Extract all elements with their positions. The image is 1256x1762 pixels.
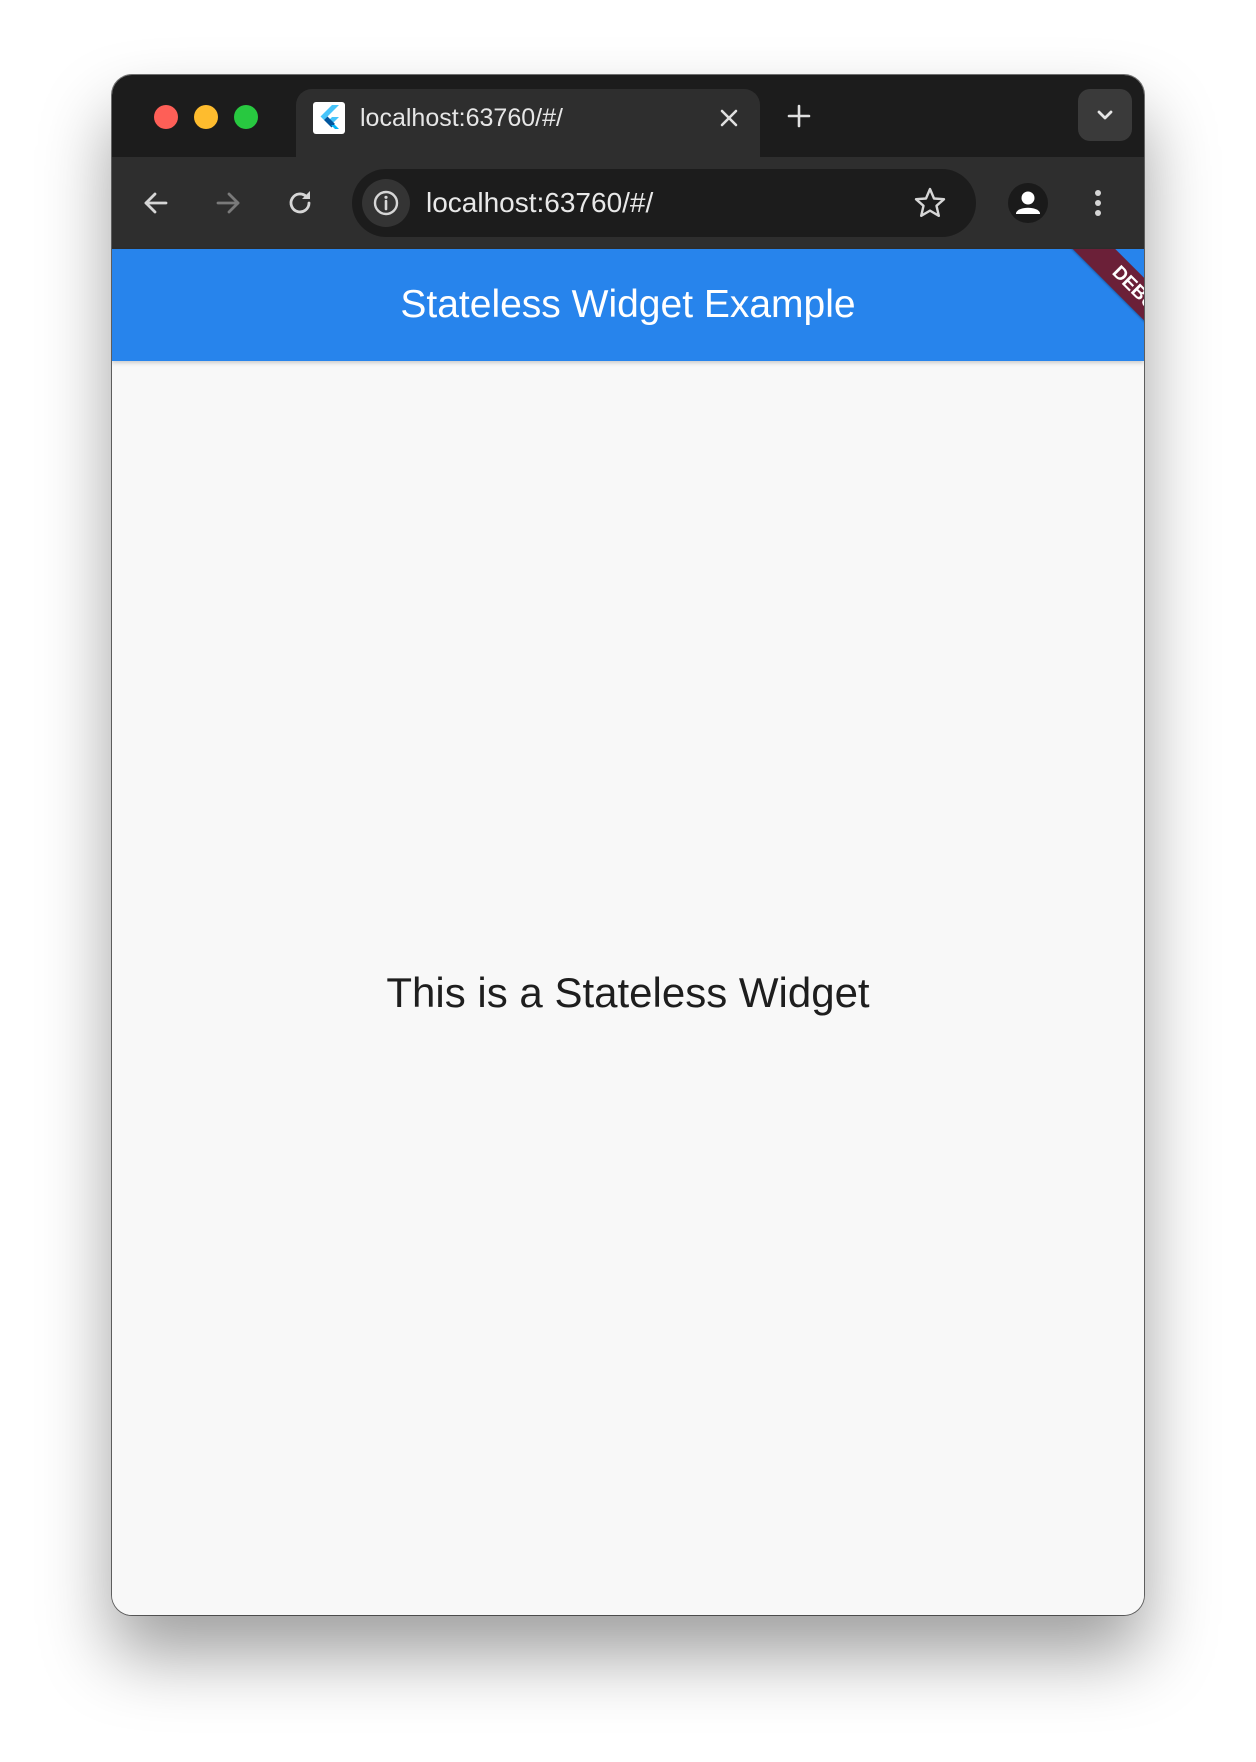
arrow-left-icon[interactable] — [138, 185, 174, 221]
window-close-button[interactable] — [154, 105, 178, 129]
chevron-down-icon — [1097, 110, 1113, 120]
tab-search-button[interactable] — [1078, 89, 1132, 141]
app-bar: Stateless Widget Example — [112, 249, 1144, 361]
app-bar-title: Stateless Widget Example — [400, 283, 856, 326]
kebab-menu-icon[interactable] — [1078, 183, 1118, 223]
app-body: This is a Stateless Widget — [112, 361, 1144, 1615]
url-text[interactable]: localhost:63760/#/ — [426, 185, 653, 221]
person-icon[interactable] — [1006, 181, 1050, 225]
window-minimize-button[interactable] — [194, 105, 218, 129]
flutter-logo-icon — [313, 102, 345, 134]
close-icon[interactable] — [716, 105, 742, 131]
tab-title: localhost:63760/#/ — [360, 104, 563, 132]
debug-banner-container: DEBUG — [1004, 249, 1144, 389]
reload-icon[interactable] — [282, 185, 318, 221]
info-icon — [373, 190, 399, 216]
browser-tab[interactable]: localhost:63760/#/ — [296, 89, 760, 157]
arrow-right-icon[interactable] — [210, 185, 246, 221]
debug-banner: DEBUG — [1061, 249, 1144, 372]
window-maximize-button[interactable] — [234, 105, 258, 129]
tab-strip: localhost:63760/#/ — [112, 75, 1144, 157]
address-bar[interactable]: localhost:63760/#/ — [352, 169, 976, 237]
plus-icon[interactable] — [784, 101, 814, 131]
browser-toolbar: localhost:63760/#/ — [112, 157, 1144, 249]
browser-window: localhost:63760/#/ localhost:63760/#/ St… — [112, 75, 1144, 1615]
site-info-button[interactable] — [362, 179, 410, 227]
star-icon[interactable] — [912, 185, 948, 221]
body-text: This is a Stateless Widget — [386, 969, 870, 1016]
